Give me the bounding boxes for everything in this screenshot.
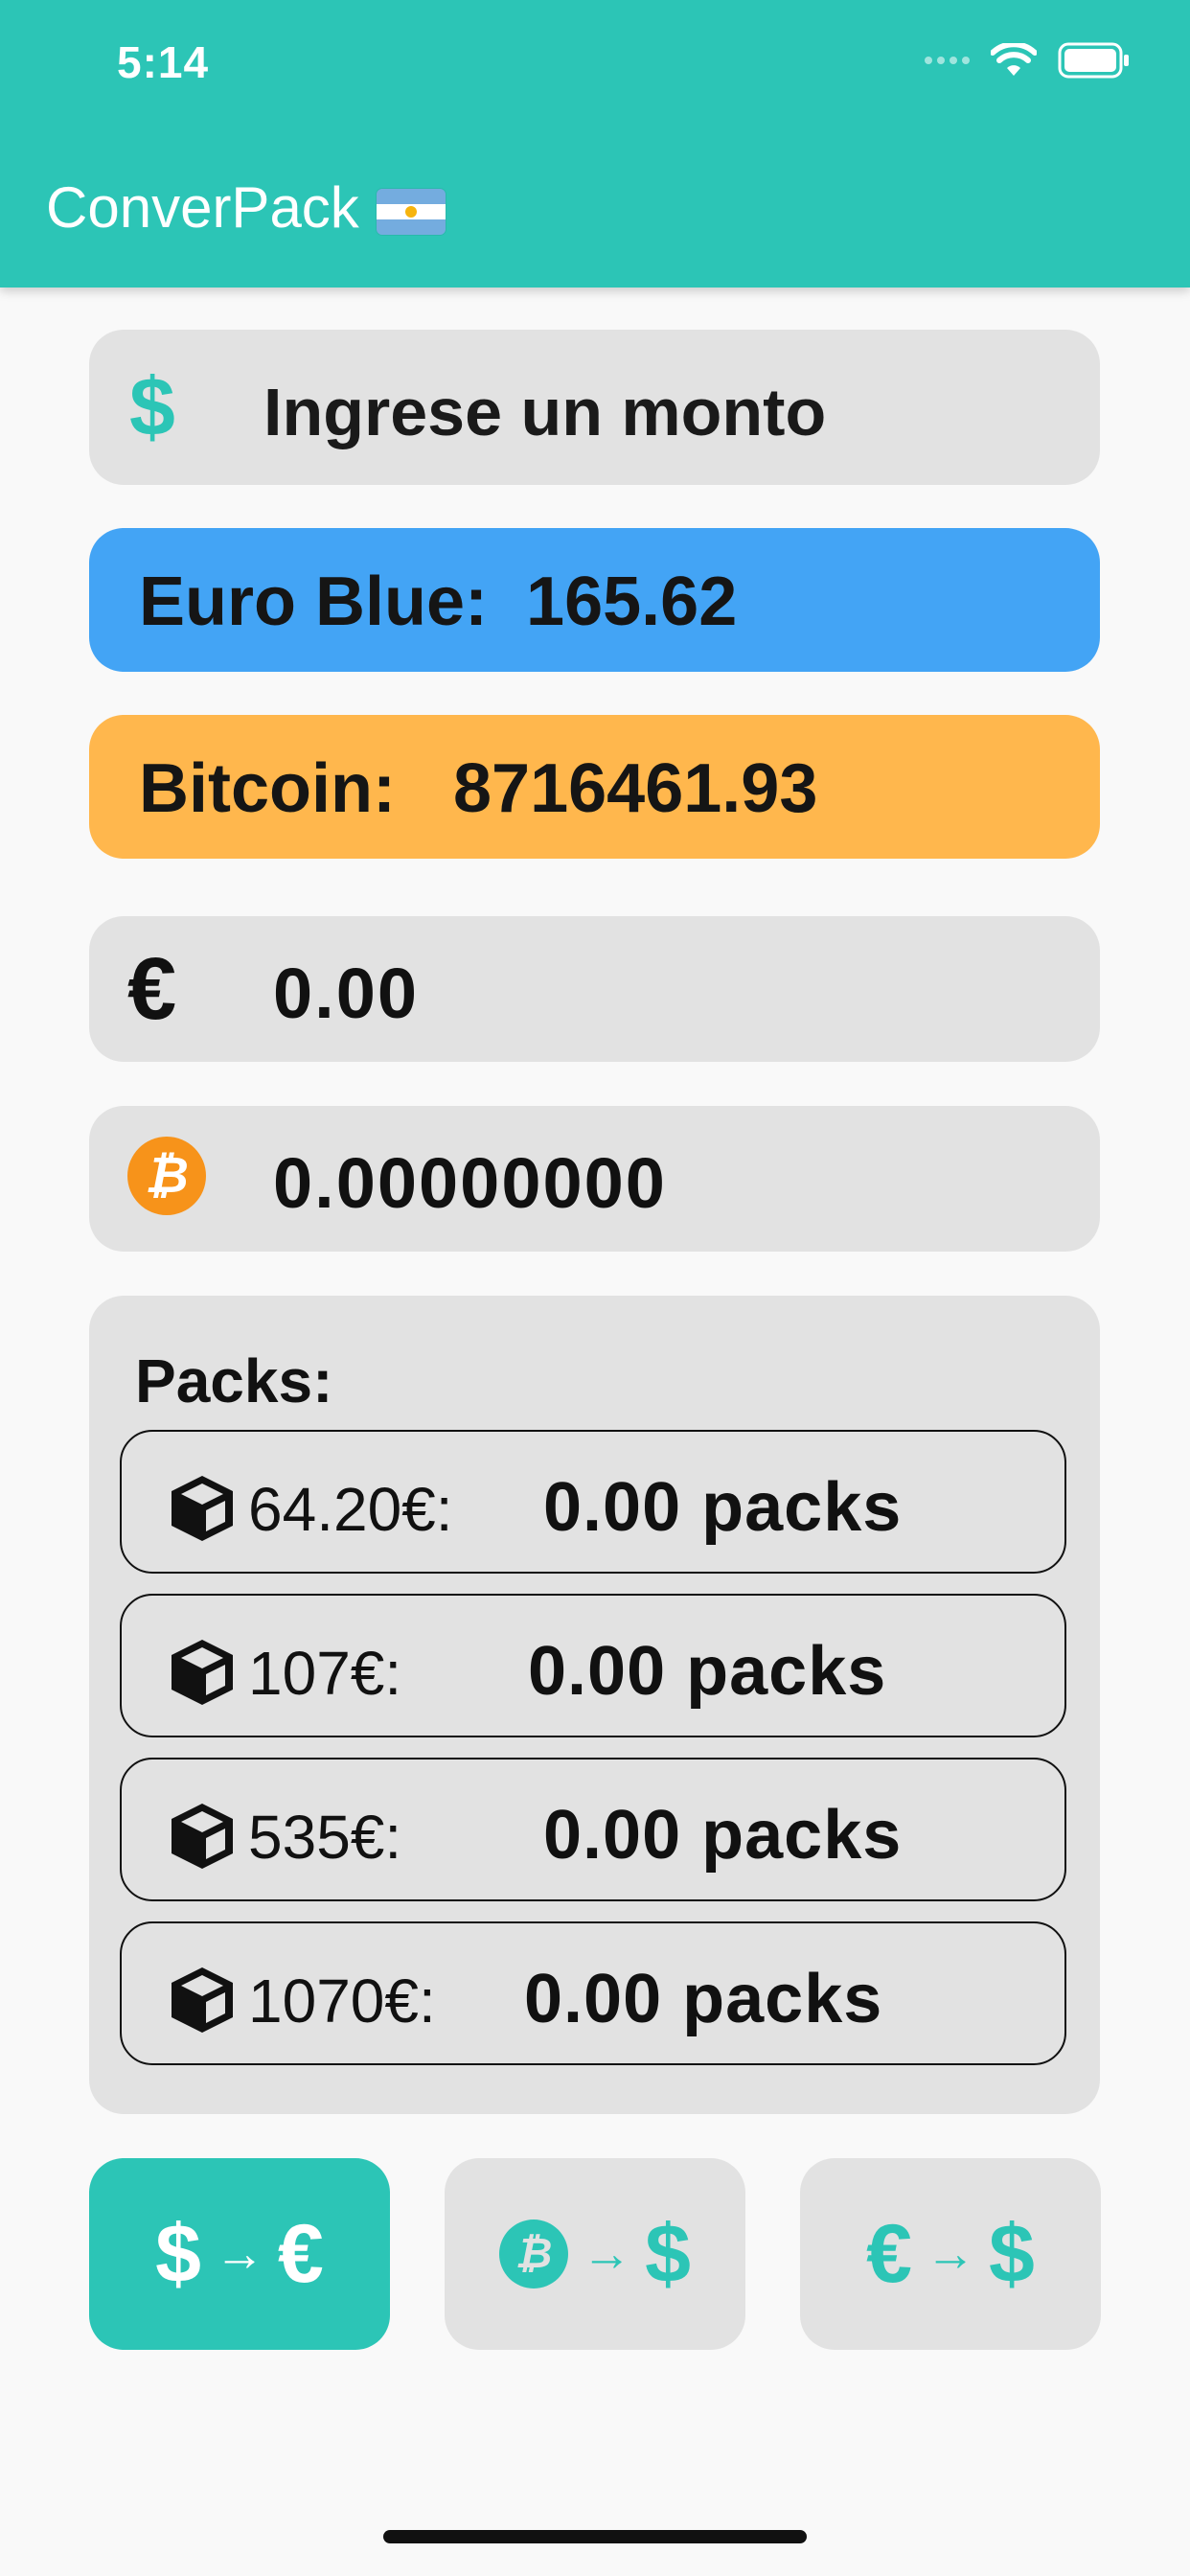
tab-dollar-to-euro[interactable]: $ → € bbox=[89, 2158, 390, 2350]
cube-icon bbox=[172, 1476, 233, 1541]
battery-icon bbox=[1058, 42, 1129, 79]
pack-price: 107€: bbox=[248, 1639, 402, 1708]
tab-bitcoin-to-dollar[interactable]: ₿ → $ bbox=[445, 2158, 745, 2350]
amount-input-placeholder: Ingrese un monto bbox=[263, 375, 827, 449]
dollar-icon: $ bbox=[989, 2208, 1035, 2300]
pack-count: 0.00 packs bbox=[524, 1961, 883, 2037]
arrow-right-icon: → bbox=[215, 2226, 264, 2282]
pack-count: 0.00 packs bbox=[543, 1797, 903, 1874]
home-indicator[interactable] bbox=[383, 2530, 807, 2543]
pack-count: 0.00 packs bbox=[528, 1633, 887, 1710]
dollar-icon: $ bbox=[155, 2208, 201, 2300]
euro-blue-rate-text: Euro Blue: 165.62 bbox=[139, 563, 737, 641]
bitcoin-label: Bitcoin: bbox=[139, 750, 396, 827]
cube-icon bbox=[172, 1967, 233, 2033]
bitcoin-rate: Bitcoin: 8716461.93 bbox=[89, 715, 1100, 859]
wifi-icon bbox=[991, 43, 1037, 76]
pack-row: 107€: 0.00 packs bbox=[120, 1594, 1066, 1737]
euro-icon: € bbox=[278, 2208, 324, 2300]
pack-price: 64.20€: bbox=[248, 1475, 453, 1544]
app-bar: 5:14 ConverPack bbox=[0, 0, 1190, 288]
signal-icon bbox=[925, 57, 970, 64]
app-title-text: ConverPack bbox=[46, 175, 359, 240]
tab-euro-to-dollar[interactable]: € → $ bbox=[800, 2158, 1101, 2350]
dollar-icon: $ bbox=[129, 361, 175, 453]
packs-title: Packs: bbox=[135, 1346, 333, 1415]
euro-blue-label: Euro Blue: bbox=[139, 564, 489, 640]
bitcoin-rate-text: Bitcoin: 8716461.93 bbox=[139, 749, 817, 828]
euro-result: € 0.00 bbox=[89, 916, 1100, 1062]
euro-icon: € bbox=[866, 2208, 912, 2300]
status-icons bbox=[925, 42, 1131, 79]
cube-icon bbox=[172, 1804, 233, 1869]
bitcoin-badge: ₿ bbox=[127, 1137, 206, 1215]
pack-row: 1070€: 0.00 packs bbox=[120, 1921, 1066, 2065]
pack-row: 64.20€: 0.00 packs bbox=[120, 1430, 1066, 1574]
bitcoin-icon: ₿ bbox=[499, 2220, 569, 2288]
pack-row: 535€: 0.00 packs bbox=[120, 1758, 1066, 1901]
bitcoin-icon: ₿ bbox=[127, 1133, 206, 1215]
euro-blue-rate: Euro Blue: 165.62 bbox=[89, 528, 1100, 672]
euro-blue-value: 165.62 bbox=[526, 564, 738, 640]
dollar-icon: $ bbox=[645, 2208, 691, 2300]
euro-result-value: 0.00 bbox=[273, 954, 420, 1033]
amount-input[interactable]: $ Ingrese un monto bbox=[89, 330, 1100, 485]
pack-count: 0.00 packs bbox=[543, 1469, 903, 1546]
bitcoin-value: 8716461.93 bbox=[452, 750, 818, 827]
arrow-right-icon: → bbox=[582, 2226, 632, 2282]
pack-price: 535€: bbox=[248, 1803, 402, 1872]
argentina-flag-icon bbox=[376, 189, 446, 236]
app-title: ConverPack bbox=[46, 174, 446, 241]
packs-panel: Packs: 64.20€: 0.00 packs 107€: 0.00 pac… bbox=[89, 1296, 1100, 2114]
status-time: 5:14 bbox=[117, 37, 210, 87]
bitcoin-result-value: 0.00000000 bbox=[273, 1143, 667, 1223]
euro-icon: € bbox=[127, 940, 177, 1038]
arrow-right-icon: → bbox=[926, 2226, 975, 2282]
pack-price: 1070€: bbox=[248, 1966, 436, 2036]
bitcoin-result: ₿ 0.00000000 bbox=[89, 1106, 1100, 1252]
cube-icon bbox=[172, 1640, 233, 1705]
